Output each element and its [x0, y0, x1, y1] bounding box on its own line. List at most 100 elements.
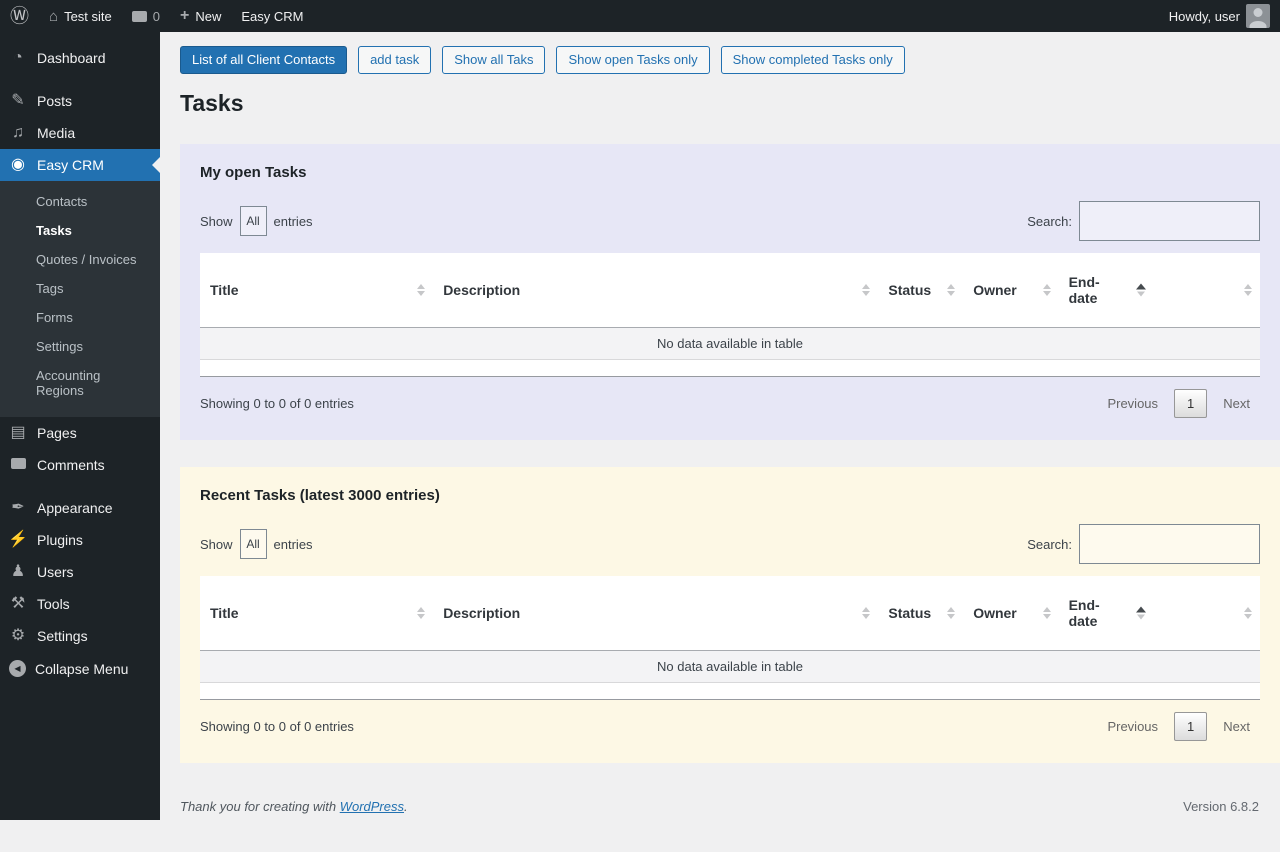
column-label: Owner — [973, 605, 1017, 621]
open-tasks-table: Title Description Status Owner End-date … — [200, 253, 1260, 377]
column-header-description[interactable]: Description — [433, 576, 878, 651]
panel-title: My open Tasks — [200, 164, 1260, 181]
next-page-button[interactable]: Next — [1213, 390, 1260, 417]
wordpress-logo-menu[interactable]: Ⓦ — [0, 0, 39, 32]
pagination: Previous 1 Next — [1097, 712, 1260, 741]
sidebar-item-dashboard[interactable]: ◔ Dashboard — [0, 42, 160, 74]
previous-page-button[interactable]: Previous — [1097, 390, 1168, 417]
show-completed-tasks-button[interactable]: Show completed Tasks only — [721, 46, 905, 74]
tools-icon: ⚒ — [8, 596, 28, 612]
comments-menu[interactable]: 0 — [122, 0, 170, 32]
table-footer: Showing 0 to 0 of 0 entries Previous 1 N… — [200, 712, 1260, 741]
comment-count: 0 — [153, 9, 160, 24]
search-input[interactable] — [1079, 524, 1260, 564]
column-header-end-date[interactable]: End-date — [1059, 253, 1154, 328]
easy-crm-adminbar-menu[interactable]: Easy CRM — [231, 0, 313, 32]
pages-icon: ▤ — [8, 425, 28, 441]
users-icon: ♟ — [8, 564, 28, 580]
column-header-description[interactable]: Description — [433, 253, 878, 328]
page-1-button[interactable]: 1 — [1174, 712, 1207, 741]
column-header-status[interactable]: Status — [878, 576, 963, 651]
column-label: Status — [888, 605, 931, 621]
adminbar-spacer — [313, 0, 1158, 32]
dashboard-icon: ◔ — [8, 50, 28, 66]
sidebar-item-comments[interactable]: Comments — [0, 449, 160, 481]
appearance-icon: ✒ — [8, 500, 28, 516]
previous-page-button[interactable]: Previous — [1097, 713, 1168, 740]
sidebar-item-appearance[interactable]: ✒ Appearance — [0, 492, 160, 524]
column-header-actions[interactable] — [1154, 576, 1260, 651]
sidebar-item-label: Appearance — [37, 500, 113, 516]
sidebar-item-label: Tools — [37, 596, 70, 612]
easy-crm-adminbar-label: Easy CRM — [241, 9, 303, 24]
show-all-tasks-button[interactable]: Show all Taks — [442, 46, 545, 74]
entries-label: entries — [274, 537, 313, 552]
sidebar-item-media[interactable]: ♫ Media — [0, 117, 160, 149]
page-1-button[interactable]: 1 — [1174, 389, 1207, 418]
column-header-owner[interactable]: Owner — [963, 253, 1058, 328]
submenu-item-tags[interactable]: Tags — [0, 274, 160, 303]
submenu-item-quotes-invoices[interactable]: Quotes / Invoices — [0, 245, 160, 274]
sidebar-item-settings[interactable]: ⚙ Settings — [0, 620, 160, 652]
submenu-item-tasks[interactable]: Tasks — [0, 216, 160, 245]
sidebar-item-label: Posts — [37, 93, 72, 109]
column-header-actions[interactable] — [1154, 253, 1260, 328]
column-header-status[interactable]: Status — [878, 253, 963, 328]
thanks-suffix: . — [404, 799, 408, 814]
settings-icon: ⚙ — [8, 628, 28, 644]
sort-icons — [947, 284, 955, 296]
table-header-row: Title Description Status Owner End-date — [200, 253, 1260, 328]
submenu-item-settings[interactable]: Settings — [0, 332, 160, 361]
entries-per-page-select[interactable]: All — [240, 529, 267, 559]
list-all-client-contacts-button[interactable]: List of all Client Contacts — [180, 46, 347, 74]
sidebar-item-collapse-menu[interactable]: ◀ Collapse Menu — [0, 652, 160, 685]
entries-info: Showing 0 to 0 of 0 entries — [200, 396, 354, 411]
sidebar-item-easy-crm[interactable]: ◉ Easy CRM — [0, 149, 160, 181]
sidebar-item-pages[interactable]: ▤ Pages — [0, 417, 160, 449]
table-controls: Show All entries Search: — [200, 524, 1260, 564]
entries-info: Showing 0 to 0 of 0 entries — [200, 719, 354, 734]
sidebar-item-posts[interactable]: ✎ Posts — [0, 85, 160, 117]
site-name-label: Test site — [64, 9, 112, 24]
sidebar-item-users[interactable]: ♟ Users — [0, 556, 160, 588]
sidebar-item-label: Plugins — [37, 532, 83, 548]
submenu-item-accounting-regions[interactable]: Accounting Regions — [0, 361, 160, 405]
submenu-item-contacts[interactable]: Contacts — [0, 187, 160, 216]
thanks-prefix: Thank you for creating with — [180, 799, 340, 814]
sort-icons — [1244, 284, 1252, 296]
comments-icon — [8, 457, 28, 473]
collapse-arrow-icon: ◀ — [9, 660, 26, 677]
wordpress-link[interactable]: WordPress — [340, 799, 404, 814]
column-label: Owner — [973, 282, 1017, 298]
entries-per-page-select[interactable]: All — [240, 206, 267, 236]
next-page-button[interactable]: Next — [1213, 713, 1260, 740]
sort-icons — [862, 284, 870, 296]
new-content-menu[interactable]: + New — [170, 0, 231, 32]
howdy-account-menu[interactable]: Howdy, user — [1159, 0, 1280, 32]
site-name-menu[interactable]: ⌂ Test site — [39, 0, 122, 32]
search-control: Search: — [1027, 201, 1260, 241]
sidebar-item-tools[interactable]: ⚒ Tools — [0, 588, 160, 620]
sidebar-item-label: Media — [37, 125, 75, 141]
column-label: Title — [210, 605, 239, 621]
entries-label: entries — [274, 214, 313, 229]
admin-footer: Thank you for creating with WordPress. V… — [180, 799, 1259, 830]
sort-icons-ascending — [1136, 607, 1146, 620]
sidebar-item-label: Easy CRM — [37, 157, 104, 173]
sidebar-item-label: Pages — [37, 425, 77, 441]
add-task-button[interactable]: add task — [358, 46, 431, 74]
show-open-tasks-button[interactable]: Show open Tasks only — [556, 46, 709, 74]
search-input[interactable] — [1079, 201, 1260, 241]
show-label: Show — [200, 214, 233, 229]
sidebar-item-label: Collapse Menu — [35, 661, 128, 677]
table-footer: Showing 0 to 0 of 0 entries Previous 1 N… — [200, 389, 1260, 418]
column-header-title[interactable]: Title — [200, 576, 433, 651]
sort-icons — [1244, 607, 1252, 619]
column-header-title[interactable]: Title — [200, 253, 433, 328]
sort-icons — [862, 607, 870, 619]
spacer-row — [200, 360, 1260, 377]
column-header-end-date[interactable]: End-date — [1059, 576, 1154, 651]
sidebar-item-plugins[interactable]: ⚡ Plugins — [0, 524, 160, 556]
column-header-owner[interactable]: Owner — [963, 576, 1058, 651]
submenu-item-forms[interactable]: Forms — [0, 303, 160, 332]
